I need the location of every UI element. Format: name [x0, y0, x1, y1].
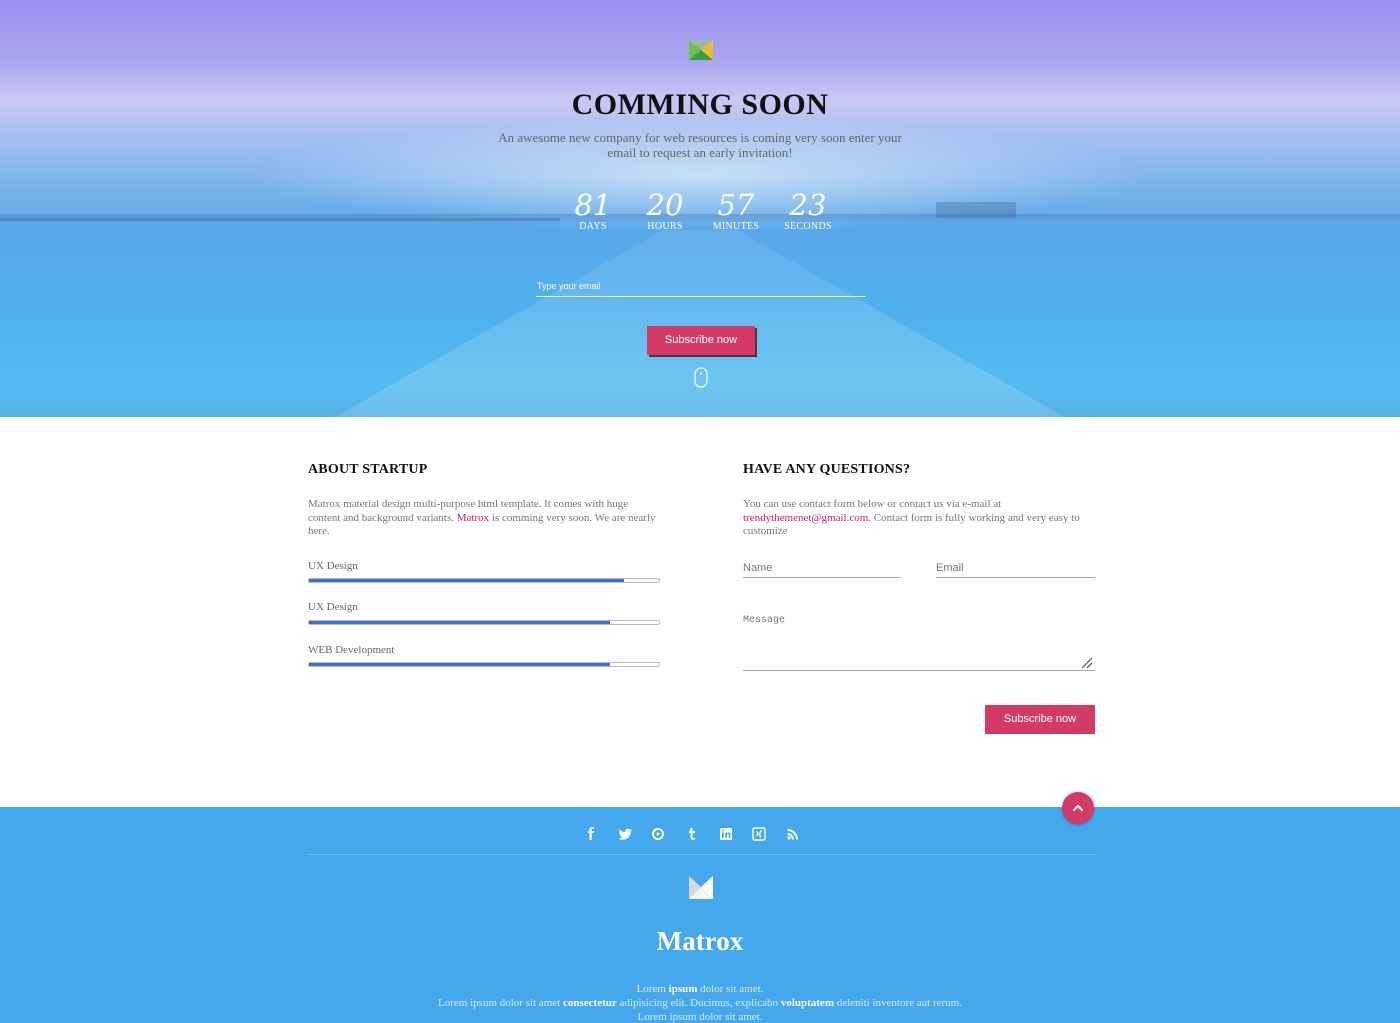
back-to-top-button[interactable]	[1062, 792, 1094, 824]
hero-section: COMMING SOON An awesome new company for …	[0, 0, 1400, 417]
footer-line: Lorem ipsum dolor sit amet.	[0, 1011, 1400, 1023]
countdown-hours-value: 20	[646, 188, 684, 222]
tumblr-icon[interactable]	[684, 826, 700, 842]
skill-progress-fill	[309, 621, 610, 624]
hero-subscribe-button[interactable]: Subscribe now	[647, 326, 755, 355]
background-bridge	[0, 218, 560, 221]
rss-icon[interactable]	[785, 826, 801, 842]
contact-subscribe-button[interactable]: Subscribe now	[985, 705, 1095, 734]
skill-progress-fill	[309, 579, 624, 582]
contact-title: HAVE ANY QUESTIONS?	[743, 462, 911, 477]
footer-text: Lorem	[636, 983, 669, 995]
facebook-icon[interactable]	[583, 826, 599, 842]
countdown-seconds-value: 23	[789, 188, 827, 222]
contact-text-start: You can use contact form below or contac…	[743, 498, 1002, 510]
footer-divider	[308, 854, 1095, 855]
matrox-logo-icon	[689, 40, 713, 60]
message-field[interactable]	[743, 612, 1095, 671]
hero-email-input[interactable]	[536, 276, 866, 297]
skill-label: UX Design	[308, 560, 358, 572]
twitter-icon[interactable]	[617, 826, 633, 842]
about-title: ABOUT STARTUP	[308, 462, 428, 477]
skill-progress-fill	[309, 663, 610, 666]
name-field[interactable]	[743, 558, 901, 578]
footer-text-bold: voluptatem	[780, 997, 834, 1009]
footer-brand: Matrox	[656, 926, 744, 956]
countdown-days-label: DAYS	[579, 221, 607, 232]
footer-text: Lorem ipsum dolor sit amet	[438, 997, 563, 1009]
email-field[interactable]	[936, 558, 1095, 578]
footer: Matrox Lorem ipsum dolor sit amet. Lorem…	[0, 807, 1400, 1023]
countdown-minutes-label: MINUTES	[712, 221, 760, 232]
background-shore	[0, 385, 1400, 417]
footer-line: Lorem ipsum dolor sit amet consectetur a…	[0, 997, 1400, 1010]
dribbble-icon[interactable]	[650, 826, 666, 842]
about-text: Matrox material design multi-purpose htm…	[308, 498, 660, 539]
countdown-seconds: 23 SECONDS	[773, 188, 843, 232]
xing-icon[interactable]	[751, 826, 767, 842]
footer-text: dolor sit amet.	[697, 983, 764, 995]
page-title: COMMING SOON	[571, 88, 829, 121]
countdown-days-value: 81	[574, 188, 612, 222]
skill-label: WEB Development	[308, 644, 395, 656]
linkedin-icon[interactable]	[718, 826, 734, 842]
skill-progress-bar	[308, 662, 660, 667]
hero-subtitle: An awesome new company for web resources…	[498, 130, 902, 160]
footer-text: deleniti inventore aut rerum.	[833, 997, 962, 1009]
background-skyline	[936, 202, 1016, 218]
footer-text-bold: ipsum	[668, 983, 698, 995]
footer-line: Lorem ipsum dolor sit amet.	[0, 983, 1400, 996]
skill-label: UX Design	[308, 601, 358, 613]
skill-progress-bar	[308, 578, 660, 583]
resize-handle-icon[interactable]	[1081, 657, 1093, 669]
about-highlight: Matrox	[456, 511, 490, 524]
countdown-days: 81 DAYS	[558, 188, 628, 232]
countdown-timer: 81 DAYS 20 HOURS 57 MINUTES 23 SECONDS	[560, 188, 840, 238]
countdown-hours: 20 HOURS	[630, 188, 700, 232]
countdown-hours-label: HOURS	[647, 221, 683, 232]
contact-text: You can use contact form below or contac…	[743, 498, 1095, 539]
footer-text: adipisicing elit. Ducimus, explicabo	[616, 997, 781, 1009]
footer-text: Lorem ipsum dolor sit amet.	[637, 1011, 763, 1023]
scroll-mouse-icon[interactable]	[694, 367, 708, 388]
matrox-logo-icon	[689, 876, 713, 899]
countdown-minutes-value: 57	[717, 188, 755, 222]
countdown-seconds-label: SECONDS	[784, 221, 832, 232]
countdown-minutes: 57 MINUTES	[701, 188, 771, 232]
footer-text-bold: consectetur	[562, 997, 617, 1009]
skill-progress-bar	[308, 620, 660, 625]
contact-email-link[interactable]: trendythemenet@gmail.com	[743, 512, 868, 524]
chevron-up-icon	[1072, 804, 1084, 812]
